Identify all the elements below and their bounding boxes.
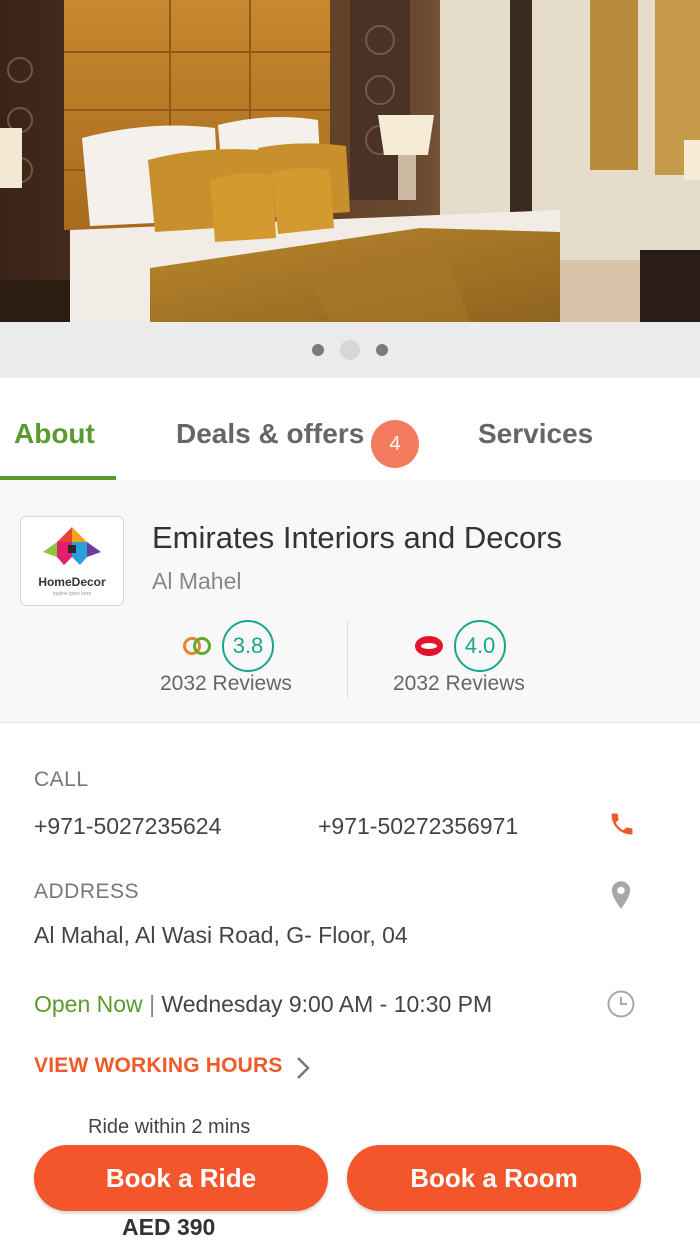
clock-icon[interactable]	[606, 989, 636, 1019]
tab-deals-offers[interactable]: Deals & offers	[176, 418, 364, 450]
business-logo: HomeDecor tagline goes here	[20, 516, 124, 606]
logo-tagline: tagline goes here	[52, 591, 92, 597]
tab-about[interactable]: About	[14, 418, 95, 450]
phone-icon[interactable]	[608, 810, 636, 838]
room-price: AED 390	[122, 1214, 216, 1240]
phone-number-2[interactable]: +971-50272356971	[318, 813, 518, 840]
rating-score: 4.0	[454, 620, 506, 672]
business-card: HomeDecor tagline goes here Emirates Int…	[0, 480, 700, 723]
tab-services[interactable]: Services	[478, 418, 593, 450]
lips-logo-icon	[415, 636, 443, 656]
business-name: Emirates Interiors and Decors	[152, 520, 563, 555]
bedroom-photo	[0, 0, 700, 322]
hero-image[interactable]	[0, 0, 700, 322]
home-decor-logo-icon	[43, 527, 101, 565]
tab-bar: About Deals & offers Services	[0, 378, 700, 480]
logo-text: HomeDecor	[38, 575, 106, 589]
address-text[interactable]: Al Mahal, Al Wasi Road, G- Floor, 04	[34, 922, 408, 949]
address-label: ADDRESS	[34, 880, 140, 903]
rings-logo-icon	[183, 637, 211, 655]
opening-hours: Wednesday 9:00 AM - 10:30 PM	[161, 991, 493, 1017]
rating-source-2[interactable]: 4.0	[414, 620, 506, 672]
divider	[347, 620, 348, 698]
phone-number-1[interactable]: +971-5027235624	[34, 813, 221, 840]
rating-source-1[interactable]: 3.8	[182, 620, 274, 672]
carousel-dot-active[interactable]	[340, 340, 360, 360]
separator: |	[149, 991, 156, 1017]
book-ride-button[interactable]: Book a Ride	[34, 1145, 328, 1211]
carousel-dot[interactable]	[376, 344, 388, 356]
rating-score: 3.8	[222, 620, 274, 672]
ride-eta-note: Ride within 2 mins	[88, 1116, 251, 1138]
call-label: CALL	[34, 768, 89, 791]
opening-info: Open Now | Wednesday 9:00 AM - 10:30 PM	[34, 991, 492, 1018]
open-status: Open Now	[34, 991, 143, 1017]
view-working-hours-link[interactable]: VIEW WORKING HOURS	[34, 1054, 283, 1078]
carousel-dot[interactable]	[312, 344, 324, 356]
review-count[interactable]: 2032 Reviews	[160, 672, 292, 696]
business-area: Al Mahel	[152, 568, 242, 594]
deals-count-badge: 4	[371, 420, 419, 468]
review-count[interactable]: 2032 Reviews	[393, 672, 525, 696]
book-room-button[interactable]: Book a Room	[347, 1145, 641, 1211]
location-pin-icon[interactable]	[610, 880, 632, 910]
chevron-right-icon[interactable]	[292, 1054, 314, 1082]
carousel-indicator	[0, 322, 700, 378]
